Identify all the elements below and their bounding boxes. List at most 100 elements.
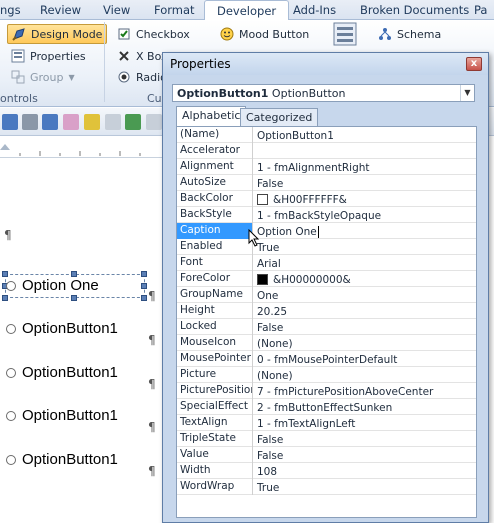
property-value[interactable]: 0 - fmMousePointerDefault: [254, 351, 476, 367]
property-name[interactable]: Caption: [177, 223, 253, 239]
property-name[interactable]: WordWrap: [177, 479, 253, 495]
property-row[interactable]: Height 20.25: [177, 303, 476, 319]
property-name[interactable]: (Name): [177, 127, 253, 143]
property-grid[interactable]: (Name) OptionButton1 Accelerator Alignment 1…: [176, 126, 477, 518]
property-row[interactable]: (Name) OptionButton1: [177, 127, 476, 143]
property-value[interactable]: (None): [254, 367, 476, 383]
chevron-down-icon[interactable]: ▼: [460, 85, 474, 101]
properties-title-bar[interactable]: Properties x: [163, 53, 488, 75]
tab-partial[interactable]: Pa: [474, 3, 487, 17]
option-button[interactable]: OptionButton1: [6, 364, 118, 381]
tab-alphabetic[interactable]: Alphabetic: [176, 106, 247, 127]
property-value[interactable]: &H00FFFFFF&: [254, 191, 476, 207]
design-mode-button[interactable]: Design Mode: [7, 24, 108, 44]
property-row[interactable]: PicturePosition 7 - fmPicturePositionAbov…: [177, 383, 476, 399]
tab-add-ins[interactable]: Add-Ins: [293, 3, 336, 17]
property-name[interactable]: MouseIcon: [177, 335, 253, 351]
property-row[interactable]: ForeColor &H00000000&: [177, 271, 476, 287]
property-name[interactable]: Locked: [177, 319, 253, 335]
property-name[interactable]: SpecialEffect: [177, 399, 253, 415]
property-value[interactable]: (None): [254, 335, 476, 351]
property-name[interactable]: Font: [177, 255, 253, 271]
property-row[interactable]: Value False: [177, 447, 476, 463]
property-value[interactable]: 20.25: [254, 303, 476, 319]
property-value[interactable]: Option One: [254, 223, 476, 239]
shape-icon[interactable]: [105, 114, 121, 130]
property-value[interactable]: False: [254, 319, 476, 335]
select-objects-icon[interactable]: [2, 114, 18, 130]
property-value[interactable]: 1 - fmAlignmentRight: [254, 159, 476, 175]
property-value[interactable]: [254, 143, 476, 159]
property-value[interactable]: OptionButton1: [254, 127, 476, 143]
option-button[interactable]: OptionButton1: [6, 451, 118, 468]
resize-handle[interactable]: [141, 283, 147, 289]
property-name[interactable]: TripleState: [177, 431, 253, 447]
property-row[interactable]: GroupName One: [177, 287, 476, 303]
group-button[interactable]: Group ▼: [11, 67, 75, 87]
property-value[interactable]: 1 - fmBackStyleOpaque: [254, 207, 476, 223]
property-value[interactable]: &H00000000&: [254, 271, 476, 287]
print-icon[interactable]: [22, 114, 38, 130]
property-value[interactable]: 108: [254, 463, 476, 479]
property-name[interactable]: AutoSize: [177, 175, 253, 191]
property-value[interactable]: One: [254, 287, 476, 303]
property-name[interactable]: PicturePosition: [177, 383, 253, 399]
property-row[interactable]: BackStyle 1 - fmBackStyleOpaque: [177, 207, 476, 223]
format-icon[interactable]: [63, 114, 79, 130]
property-name[interactable]: Value: [177, 447, 253, 463]
tab-broken-documents[interactable]: Broken Documents: [360, 3, 469, 17]
property-row[interactable]: Font Arial: [177, 255, 476, 271]
option-button[interactable]: OptionButton1: [6, 320, 118, 337]
property-name[interactable]: Width: [177, 463, 253, 479]
resize-handle[interactable]: [141, 295, 147, 301]
checkbox-control-button[interactable]: Checkbox: [117, 24, 190, 44]
property-row[interactable]: Width 108: [177, 463, 476, 479]
property-row[interactable]: AutoSize False: [177, 175, 476, 191]
tab-categorized[interactable]: Categorized: [240, 108, 319, 126]
property-value[interactable]: 1 - fmTextAlignLeft: [254, 415, 476, 431]
tab-view[interactable]: View: [103, 3, 130, 17]
property-row[interactable]: SpecialEffect 2 - fmButtonEffectSunken: [177, 399, 476, 415]
property-name[interactable]: BackColor: [177, 191, 253, 207]
property-row[interactable]: Alignment 1 - fmAlignmentRight: [177, 159, 476, 175]
property-row[interactable]: Accelerator: [177, 143, 476, 159]
preview-icon[interactable]: [42, 114, 58, 130]
property-name[interactable]: Accelerator: [177, 143, 253, 159]
document-area[interactable]: ¶ Option One ¶ OptionButton1 ¶ OptionBut…: [0, 158, 170, 523]
option-button-selected[interactable]: Option One: [6, 277, 99, 294]
property-row[interactable]: Picture (None): [177, 367, 476, 383]
large-icon-button[interactable]: [332, 22, 363, 46]
property-name[interactable]: Alignment: [177, 159, 253, 175]
property-name[interactable]: BackStyle: [177, 207, 253, 223]
property-name[interactable]: Height: [177, 303, 253, 319]
property-row[interactable]: Locked False: [177, 319, 476, 335]
resize-handle[interactable]: [141, 271, 147, 277]
property-value[interactable]: 7 - fmPicturePositionAboveCenter: [254, 383, 476, 399]
property-name[interactable]: MousePointer: [177, 351, 253, 367]
property-row[interactable]: TripleState False: [177, 431, 476, 447]
property-value[interactable]: Arial: [254, 255, 476, 271]
property-row[interactable]: MousePointer 0 - fmMousePointerDefault: [177, 351, 476, 367]
property-name[interactable]: ForeColor: [177, 271, 253, 287]
resize-handle[interactable]: [2, 295, 8, 301]
mood-button-control[interactable]: Mood Button: [220, 24, 309, 44]
property-name[interactable]: TextAlign: [177, 415, 253, 431]
property-value[interactable]: 2 - fmButtonEffectSunken: [254, 399, 476, 415]
property-row[interactable]: Caption Option One: [177, 223, 476, 239]
property-value[interactable]: False: [254, 447, 476, 463]
property-row[interactable]: TextAlign 1 - fmTextAlignLeft: [177, 415, 476, 431]
frame-icon[interactable]: [146, 114, 162, 130]
tab-review[interactable]: Review: [40, 3, 81, 17]
tab-developer[interactable]: Developer: [204, 0, 290, 21]
property-row[interactable]: WordWrap True: [177, 479, 476, 495]
close-button[interactable]: x: [466, 57, 482, 71]
property-row[interactable]: Enabled True: [177, 239, 476, 255]
radio-control-button[interactable]: Radio: [117, 67, 167, 87]
resize-handle[interactable]: [71, 295, 77, 301]
properties-button[interactable]: Properties: [11, 46, 86, 66]
property-row[interactable]: MouseIcon (None): [177, 335, 476, 351]
option-button[interactable]: OptionButton1: [6, 407, 118, 424]
object-selector[interactable]: OptionButton1 OptionButton ▼: [172, 84, 475, 102]
chart-icon[interactable]: [125, 114, 141, 130]
property-name[interactable]: GroupName: [177, 287, 253, 303]
